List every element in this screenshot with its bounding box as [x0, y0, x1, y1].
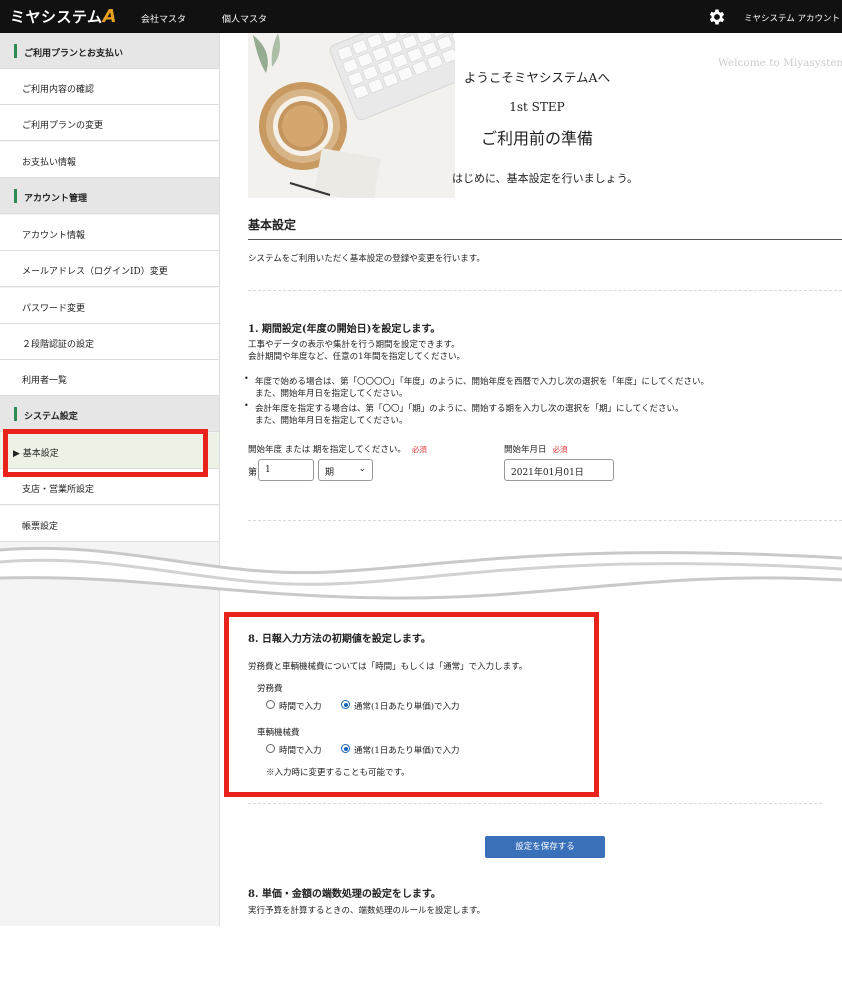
sidebar-section-account: アカウント管理: [0, 178, 219, 214]
chevron-down-icon: ⌄: [358, 464, 366, 474]
highlight-box-sidebar: [3, 429, 208, 477]
divider: [248, 290, 842, 291]
nav-personal-master[interactable]: 個人マスタ: [222, 12, 267, 25]
save-button[interactable]: 設定を保存する: [485, 836, 605, 858]
hero-image: [248, 33, 455, 198]
sidebar-item-change-plan[interactable]: ご利用プランの変更: [0, 105, 219, 141]
title-divider: [248, 239, 842, 240]
sidebar-item-email-change[interactable]: メールアドレス（ログインID）変更: [0, 251, 219, 287]
period-unit-select[interactable]: 期 ⌄: [318, 459, 373, 481]
required-badge: 必須: [552, 445, 568, 454]
sidebar-item-account-info[interactable]: アカウント情報: [0, 215, 219, 251]
divider: [248, 520, 842, 521]
sidebar: ご利用プランとお支払い ご利用内容の確認 ご利用プランの変更 お支払い情報 アカ…: [0, 33, 220, 926]
rounding-description: 実行予算を計算するときの、端数処理のルールを設定します。: [248, 906, 486, 916]
period-bullet-1a: 年度で始める場合は、第「〇〇〇〇」「年度」のように、開始年度を西暦で入力し次の選…: [255, 377, 709, 387]
sidebar-item-usage[interactable]: ご利用内容の確認: [0, 69, 219, 105]
highlight-box-daily-settings: [224, 612, 599, 797]
welcome-heading: ようこそミヤシステムAへ: [463, 70, 611, 85]
sidebar-section-plan: ご利用プランとお支払い: [0, 33, 219, 69]
rounding-section-title: 8. 単価・金額の端数処理の設定をします。: [248, 889, 441, 900]
period-bullet-2b: また、開始年月日を指定してください。: [255, 416, 408, 426]
period-number-input[interactable]: 1: [258, 459, 314, 481]
sidebar-item-payment[interactable]: お支払い情報: [0, 142, 219, 178]
period-bullet-1b: また、開始年月日を指定してください。: [255, 389, 408, 399]
nav-company-master[interactable]: 会社マスタ: [141, 12, 186, 25]
period-prefix: 第: [248, 468, 258, 478]
app-logo[interactable]: ミヤシステムA: [10, 6, 117, 27]
step-label: 1st STEP: [509, 100, 565, 114]
sidebar-item-two-factor[interactable]: ２段階認証の設定: [0, 324, 219, 360]
required-badge: 必須: [411, 445, 427, 454]
bullet-icon: •: [244, 374, 249, 383]
hero-title: ご利用前の準備: [480, 129, 593, 148]
wave-break: [0, 546, 842, 600]
top-bar: ミヤシステムA 会社マスタ 個人マスタ ミヤシステム アカウント: [0, 0, 842, 33]
start-date-label: 開始年月日 必須: [504, 445, 568, 455]
start-period-label: 開始年度 または 期を指定してください。 必須: [248, 445, 427, 455]
welcome-english: Welcome to Miyasystem.: [718, 57, 842, 69]
start-date-input[interactable]: 2021年01月01日: [504, 459, 614, 481]
bullet-icon: •: [244, 401, 249, 410]
period-bullet-2a: 会計年度を指定する場合は、第「〇〇」「期」のように、開始する期を入力し次の選択を…: [255, 404, 684, 414]
account-menu[interactable]: ミヤシステム アカウント: [744, 12, 840, 24]
page-description: システムをご利用いただく基本設定の登録や変更を行います。: [248, 254, 485, 264]
period-desc-1: 工事やデータの表示や集計を行う期間を設定できます。: [248, 340, 460, 350]
page-title: 基本設定: [248, 218, 297, 232]
hero-subtitle: はじめに、基本設定を行いましょう。: [451, 172, 638, 185]
sidebar-item-password-change[interactable]: パスワード変更: [0, 288, 219, 324]
period-section-title: 1. 期間設定(年度の開始日)を設定します。: [248, 324, 441, 335]
gear-icon[interactable]: [707, 7, 727, 27]
sidebar-item-user-list[interactable]: 利用者一覧: [0, 360, 219, 396]
sidebar-section-system: システム設定: [0, 396, 219, 432]
sidebar-item-form-settings[interactable]: 帳票設定: [0, 506, 219, 542]
period-desc-2: 会計期間や年度など、任意の1年間を指定してください。: [248, 352, 465, 362]
divider: [248, 803, 822, 804]
